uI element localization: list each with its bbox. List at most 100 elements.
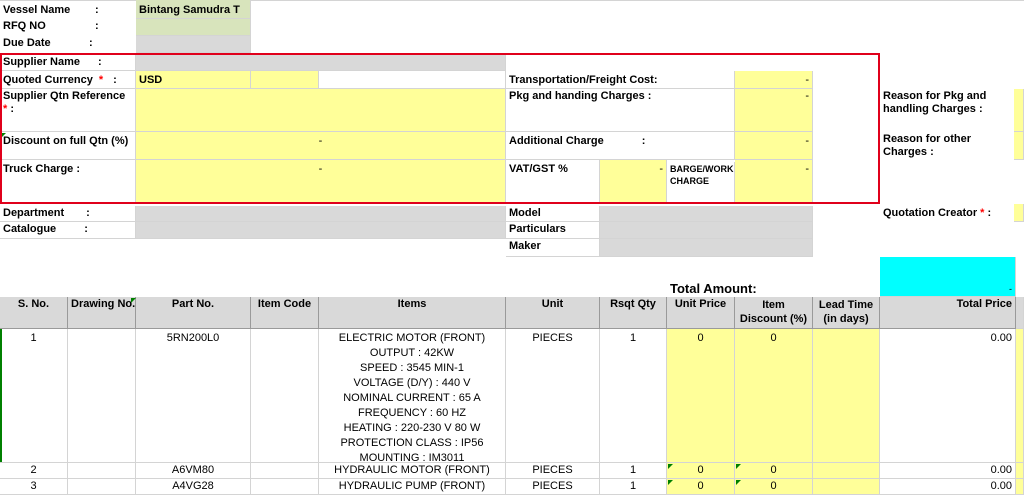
col-unit-price: Unit Price <box>667 297 735 329</box>
vessel-name-label: Vessel Name <box>3 4 71 16</box>
due-date-label: Due Date <box>3 37 51 49</box>
currency-extra-field[interactable] <box>251 71 319 89</box>
supplier-qtn-reference-label: Supplier Qtn Reference * : <box>0 89 136 132</box>
col-part-no: Part No. <box>136 297 251 329</box>
col-items: Items <box>319 297 506 329</box>
row-2-total-price: 0.00 <box>880 463 1016 479</box>
pkg-reason-label: Reason for Pkg and handling Charges : <box>883 90 987 115</box>
total-amount-label: Total Amount: <box>670 281 757 296</box>
row-2-drawing-no[interactable] <box>68 463 136 479</box>
vessel-name-value[interactable]: Bintang Samudra T <box>136 0 251 19</box>
particulars-field[interactable] <box>600 222 813 239</box>
barge-workboat-field[interactable]: - <box>735 160 813 204</box>
cell-comment-marker <box>668 480 673 485</box>
row-1-items: ELECTRIC MOTOR (FRONT) OUTPUT : 42KW SPE… <box>319 329 506 463</box>
row-3-total-price: 0.00 <box>880 479 1016 495</box>
supplier-name-field[interactable] <box>136 55 506 71</box>
barge-workboat-label: BARGE/WORKBOAT CHARGE <box>667 162 735 204</box>
maker-label: Maker <box>506 239 600 257</box>
due-date-value[interactable] <box>136 36 251 53</box>
rfq-no-label: RFQ NO <box>3 20 46 32</box>
row-3-part-no: A4VG28 <box>136 479 251 495</box>
item-line: ELECTRIC MOTOR (FRONT) <box>338 332 486 344</box>
col-s-no: S. No. <box>0 297 68 329</box>
col-item-discount: Item Discount (%) <box>735 297 813 329</box>
item-line: MOUNTING : IM3011 <box>359 452 465 463</box>
row-2-unit-price[interactable]: 0 <box>667 463 735 479</box>
row-3-items: HYDRAULIC PUMP (FRONT) <box>319 479 506 495</box>
row-1-extra[interactable] <box>1016 329 1024 463</box>
item-line: OUTPUT : 42KW <box>369 347 455 359</box>
row-1-s-no: 1 <box>0 329 68 463</box>
row-1-unit-price[interactable]: 0 <box>667 329 735 463</box>
row-1-part-no: 5RN200L0 <box>136 329 251 463</box>
item-line: HEATING : 220-230 V 80 W <box>343 422 481 434</box>
col-extra <box>1016 297 1024 329</box>
row-1-drawing-no[interactable] <box>68 329 136 463</box>
truck-charge-label: Truck Charge : <box>0 160 136 204</box>
row-3-drawing-no[interactable] <box>68 479 136 495</box>
vat-gst-field[interactable]: - <box>600 160 667 204</box>
supplier-qtn-reference-field[interactable] <box>136 89 506 132</box>
cell-comment-marker <box>736 480 741 485</box>
row-3-extra[interactable] <box>1016 479 1024 495</box>
row-2-extra[interactable] <box>1016 463 1024 479</box>
row-2-items: HYDRAULIC MOTOR (FRONT) <box>319 463 506 479</box>
row-2-s-no: 2 <box>0 463 68 479</box>
department-field[interactable] <box>136 206 506 222</box>
discount-label: Discount on full Qtn (%) <box>0 132 136 160</box>
total-amount-value: - <box>880 257 1016 297</box>
item-line: SPEED : 3545 MIN-1 <box>360 362 464 374</box>
particulars-label: Particulars <box>506 222 600 239</box>
currency-extra-field-2[interactable] <box>319 71 506 89</box>
supplier-name-label: Supplier Name: <box>0 55 136 71</box>
row-2-item-code[interactable] <box>251 463 319 479</box>
row-3-s-no: 3 <box>0 479 68 495</box>
row-2-discount[interactable]: 0 <box>735 463 813 479</box>
col-total-price: Total Price <box>880 297 1016 329</box>
row-2-lead-time[interactable] <box>813 463 880 479</box>
row-3-unit-price[interactable]: 0 <box>667 479 735 495</box>
col-item-code: Item Code <box>251 297 319 329</box>
maker-field[interactable] <box>600 239 813 257</box>
quoted-currency-field[interactable]: USD <box>136 71 251 89</box>
additional-charge-field[interactable]: - <box>735 132 813 160</box>
row-1-discount[interactable]: 0 <box>735 329 813 463</box>
col-rsqt-qty: Rsqt Qty <box>600 297 667 329</box>
row-3-discount[interactable]: 0 <box>735 479 813 495</box>
pkg-handling-label: Pkg and handing Charges : <box>506 89 735 132</box>
item-line: FREQUENCY : 60 HZ <box>358 407 466 419</box>
row-1-item-code[interactable] <box>251 329 319 463</box>
colon: : <box>95 20 99 32</box>
col-unit: Unit <box>506 297 600 329</box>
row-1-lead-time[interactable] <box>813 329 880 463</box>
row-2-unit: PIECES <box>506 463 600 479</box>
row-1-unit: PIECES <box>506 329 600 463</box>
item-line: PROTECTION CLASS : IP56 <box>340 437 484 449</box>
other-reason-label: Reason for other Charges : <box>883 133 972 158</box>
vat-gst-label: VAT/GST % <box>506 160 600 204</box>
row-2-qty: 1 <box>600 463 667 479</box>
cell-comment-marker <box>1 133 6 138</box>
row-3-unit: PIECES <box>506 479 600 495</box>
colon: : <box>89 37 93 49</box>
truck-charge-field[interactable]: - <box>136 160 506 204</box>
additional-charge-label: Additional Charge: <box>506 132 735 160</box>
row-3-lead-time[interactable] <box>813 479 880 495</box>
row-2-part-no: A6VM80 <box>136 463 251 479</box>
transport-cost-field[interactable]: - <box>735 71 813 89</box>
discount-field[interactable]: - <box>136 132 506 160</box>
other-reason-field[interactable] <box>1014 132 1024 160</box>
quotation-creator-label: Quotation Creator * : <box>883 207 992 219</box>
department-label: Department: <box>0 206 136 222</box>
row-3-item-code[interactable] <box>251 479 319 495</box>
model-field[interactable] <box>600 206 813 222</box>
quotation-creator-field[interactable] <box>1014 204 1024 222</box>
pkg-handling-field[interactable]: - <box>735 89 813 132</box>
cell-comment-marker <box>736 464 741 469</box>
pkg-reason-field[interactable] <box>1014 89 1024 132</box>
model-label: Model <box>506 206 600 222</box>
quoted-currency-label: Quoted Currency *: <box>0 71 136 89</box>
catalogue-field[interactable] <box>136 222 506 239</box>
rfq-no-value[interactable] <box>136 19 251 36</box>
